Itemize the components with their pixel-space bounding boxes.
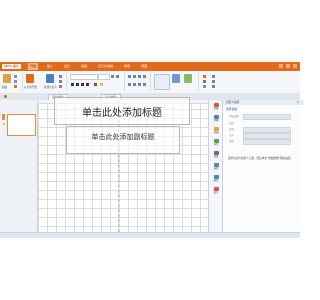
- close-icon[interactable]: [293, 64, 297, 68]
- side-item-properties[interactable]: 属性: [211, 175, 221, 184]
- section-icon[interactable]: [59, 85, 62, 88]
- side-item-new[interactable]: 新建: [211, 103, 221, 112]
- pane-title: 自定义动画: [223, 100, 304, 105]
- window-controls: [279, 64, 297, 68]
- increase-indent-icon[interactable]: [143, 75, 146, 78]
- new-slide-icon[interactable]: [46, 74, 54, 83]
- menu-bar: 开始 插入 设计 动画 幻灯片放映 审阅 视图: [28, 63, 149, 70]
- copy-icon[interactable]: [14, 80, 17, 83]
- selection-pane-link[interactable]: 选择窗格: [226, 107, 237, 111]
- select-icon[interactable]: [212, 85, 215, 88]
- reset-icon[interactable]: [59, 80, 62, 83]
- slide-number: 1: [3, 122, 5, 126]
- subtitle-placeholder[interactable]: 单击此处添加副标题: [66, 126, 180, 154]
- start-label: 开始: [229, 128, 234, 131]
- shape-effects-icon[interactable]: [203, 85, 206, 88]
- subtitle-placeholder-text: 单击此处添加副标题: [91, 133, 155, 141]
- help-text: 选中幻灯片的某个元素，然后单击"添加效果"添加动画。: [228, 157, 293, 160]
- layout-icon[interactable]: [59, 75, 62, 78]
- menu-item-slideshow[interactable]: 幻灯片放映: [96, 63, 115, 70]
- home-icon[interactable]: [4, 95, 7, 98]
- align-right-icon[interactable]: [138, 83, 141, 86]
- bold-icon[interactable]: [71, 83, 74, 86]
- ribbon-toolbar: 粘贴 从当前开始 新建幻灯片: [0, 71, 300, 94]
- menu-item-review[interactable]: 审阅: [122, 63, 132, 70]
- speed-select[interactable]: [243, 139, 291, 145]
- modify-label: 修改: [229, 122, 234, 125]
- decrease-indent-icon[interactable]: [138, 75, 141, 78]
- underline-icon[interactable]: [81, 83, 84, 86]
- title-bar: WPS 演示 开始 插入 设计 动画 幻灯片放映 审阅 视图: [0, 62, 300, 71]
- align-left-icon[interactable]: [128, 83, 131, 86]
- slideshow-play-icon[interactable]: [26, 74, 34, 83]
- ribbon-divider: [198, 73, 199, 91]
- grow-font-icon[interactable]: [111, 75, 114, 78]
- menu-item-insert[interactable]: 插入: [45, 63, 55, 70]
- add-effect-label: 添加效果: [229, 115, 239, 118]
- maximize-icon[interactable]: [286, 64, 290, 68]
- ribbon-divider: [66, 73, 67, 91]
- side-item-transition[interactable]: 切换: [211, 115, 221, 124]
- side-item-design[interactable]: 设计: [211, 187, 221, 196]
- shrink-font-icon[interactable]: [116, 75, 119, 78]
- font-name-select[interactable]: [70, 74, 98, 80]
- side-item-effects[interactable]: 效果: [211, 151, 221, 160]
- title-placeholder[interactable]: 单击此处添加标题: [54, 97, 190, 125]
- app-logo[interactable]: WPS 演示: [2, 64, 21, 69]
- align-center-icon[interactable]: [133, 83, 136, 86]
- title-placeholder-text: 单击此处添加标题: [82, 107, 162, 119]
- find-icon[interactable]: [212, 75, 215, 78]
- menu-item-design[interactable]: 设计: [62, 63, 72, 70]
- task-pane-switcher: 新建 切换 动画 自定 效果 选择 属性 设计: [208, 100, 223, 237]
- quick-styles-icon[interactable]: [184, 74, 192, 83]
- slide-thumbnail-pane: 1: [0, 100, 38, 237]
- italic-icon[interactable]: [76, 83, 79, 86]
- ribbon-divider: [124, 73, 125, 91]
- close-icon[interactable]: ×: [296, 100, 299, 105]
- shape-fill-icon[interactable]: [203, 75, 206, 78]
- custom-animation-pane: 自定义动画 × 选择窗格 添加效果 修改 开始 方向 速度 选中幻灯片的某个元素…: [222, 100, 304, 237]
- numbering-icon[interactable]: [133, 75, 136, 78]
- format-painter-icon[interactable]: [14, 85, 17, 88]
- status-bar: [0, 232, 300, 238]
- minimize-icon[interactable]: [279, 64, 283, 68]
- font-color-icon[interactable]: [94, 83, 97, 86]
- add-effect-button[interactable]: [243, 114, 291, 120]
- new-slide-button-label[interactable]: 新建幻灯片: [44, 85, 57, 89]
- ribbon-divider: [150, 73, 151, 91]
- paste-icon[interactable]: [3, 74, 11, 83]
- ribbon-divider: [22, 73, 23, 91]
- shapes-gallery[interactable]: [154, 74, 170, 90]
- speed-label: 速度: [229, 140, 234, 143]
- selected-slide-marker: [2, 114, 5, 120]
- strikethrough-icon[interactable]: [86, 83, 89, 86]
- shape-outline-icon[interactable]: [203, 80, 206, 83]
- highlight-icon[interactable]: [100, 83, 103, 86]
- slide-thumbnail[interactable]: [7, 114, 36, 136]
- font-size-select[interactable]: [98, 74, 110, 80]
- bullets-icon[interactable]: [128, 75, 131, 78]
- side-item-animation[interactable]: 动画: [211, 127, 221, 136]
- direction-label: 方向: [229, 134, 234, 137]
- cut-icon[interactable]: [14, 75, 17, 78]
- justify-icon[interactable]: [143, 83, 146, 86]
- menu-item-start[interactable]: 开始: [28, 63, 39, 70]
- arrange-icon[interactable]: [172, 74, 180, 83]
- side-item-custom[interactable]: 自定: [211, 139, 221, 148]
- menu-item-view[interactable]: 视图: [139, 63, 149, 70]
- slideshow-button-label[interactable]: 从当前开始: [24, 85, 37, 89]
- menu-item-animation[interactable]: 动画: [79, 63, 89, 70]
- paste-button-label[interactable]: 粘贴: [2, 85, 7, 89]
- side-item-select[interactable]: 选择: [211, 163, 221, 172]
- replace-icon[interactable]: [212, 80, 215, 83]
